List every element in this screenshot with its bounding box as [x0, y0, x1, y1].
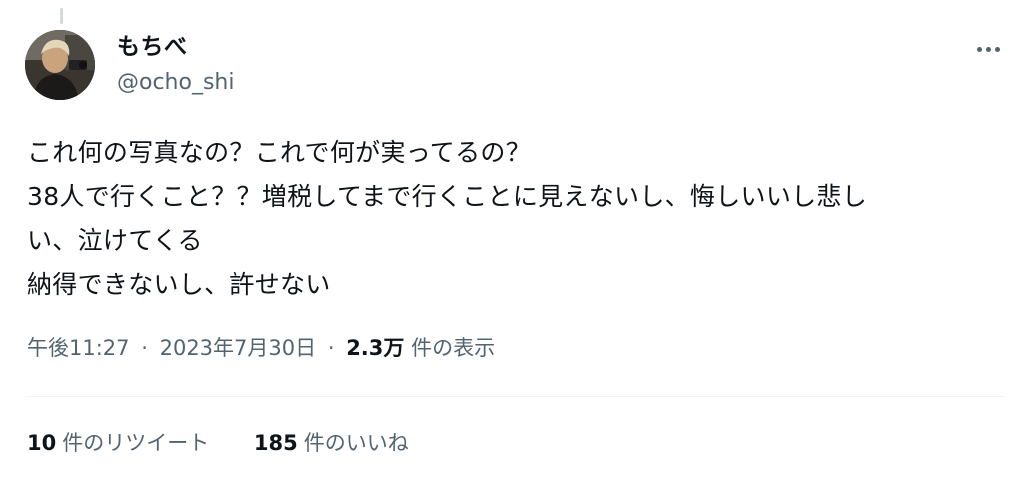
tweet-text-line: これ何の写真なの？これで何が実ってるの？	[27, 138, 532, 167]
tweet-text: これ何の写真なの？これで何が実ってるの？ 38人で行くこと？？増税してまで行くこ…	[27, 131, 987, 307]
tweet-date[interactable]: 2023年7月30日	[160, 336, 317, 360]
meta-separator: ·	[327, 336, 335, 360]
retweets-stat[interactable]: 10 件のリツイート	[27, 428, 209, 458]
author-handle[interactable]: @ocho_shi	[117, 69, 234, 97]
divider	[25, 396, 1005, 397]
more-dots-icon-dot-2	[985, 46, 991, 52]
tweet-meta: 午後11:27 · 2023年7月30日 · 2.3万 件の表示	[27, 333, 495, 363]
likes-label: 件のいいね	[303, 431, 409, 455]
retweets-count: 10	[27, 431, 57, 455]
more-dots-icon	[976, 46, 982, 52]
tweet-text-line: 納得できないし、許せない	[27, 270, 331, 299]
tweet-text-line: 38人で行くこと？？増税してまで行くことに見えないし、悔しいいし悲し	[27, 182, 868, 211]
meta-separator: ·	[141, 336, 148, 360]
author-display-name[interactable]: もちべ	[117, 33, 188, 61]
tweet-text-line: い、泣けてくる	[27, 226, 203, 255]
views-count[interactable]: 2.3万	[346, 336, 404, 360]
avatar-photo-icon	[25, 30, 95, 100]
user-avatar[interactable]	[25, 30, 95, 100]
more-options-button[interactable]	[970, 34, 1006, 64]
tweet-time[interactable]: 午後11:27	[27, 336, 130, 360]
engagement-stats: 10 件のリツイート 185 件のいいね	[27, 428, 409, 458]
likes-stat[interactable]: 185 件のいいね	[254, 428, 409, 458]
views-label[interactable]: 件の表示	[411, 336, 495, 360]
retweets-label: 件のリツイート	[62, 431, 210, 455]
more-dots-icon-dot-3	[994, 46, 1000, 52]
thread-connector-line	[60, 8, 63, 24]
likes-count: 185	[253, 431, 298, 455]
